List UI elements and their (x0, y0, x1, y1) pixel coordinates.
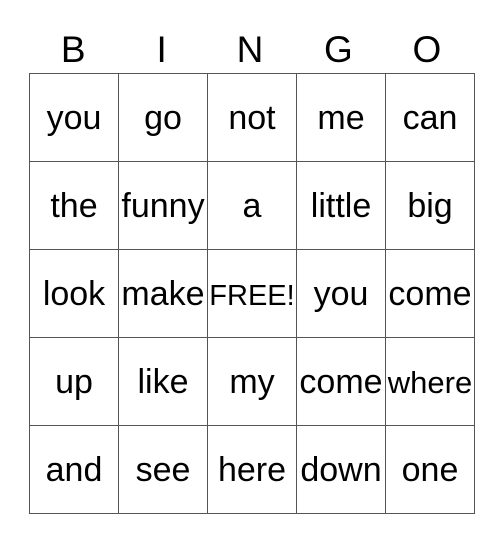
bingo-cell[interactable]: make (118, 249, 208, 338)
bingo-cell[interactable]: can (385, 73, 475, 162)
bingo-cell[interactable]: the (29, 161, 119, 250)
bingo-cell[interactable]: my (207, 337, 297, 426)
bingo-cell[interactable]: look (29, 249, 119, 338)
bingo-cell[interactable]: like (118, 337, 208, 426)
bingo-header: B I N G O (29, 28, 471, 72)
bingo-grid: you go not me can the funny a little big… (29, 73, 475, 514)
bingo-cell[interactable]: down (296, 425, 386, 514)
bingo-cell[interactable]: here (207, 425, 297, 514)
header-letter-n: N (236, 29, 264, 70)
bingo-cell[interactable]: not (207, 73, 297, 162)
bingo-cell[interactable]: up (29, 337, 119, 426)
grid-row: the funny a little big (29, 161, 475, 250)
bingo-cell[interactable]: come (385, 249, 475, 338)
bingo-cell[interactable]: me (296, 73, 386, 162)
bingo-cell[interactable]: funny (118, 161, 208, 250)
grid-row: up like my come where (29, 337, 475, 426)
bingo-cell[interactable]: and (29, 425, 119, 514)
bingo-cell[interactable]: little (296, 161, 386, 250)
bingo-cell[interactable]: go (118, 73, 208, 162)
bingo-cell[interactable]: a (207, 161, 297, 250)
bingo-cell[interactable]: you (296, 249, 386, 338)
header-letter-i: I (156, 29, 167, 70)
bingo-cell[interactable]: one (385, 425, 475, 514)
bingo-cell[interactable]: where (385, 337, 475, 426)
grid-row: and see here down one (29, 425, 475, 514)
header-letter-b: B (60, 29, 86, 70)
bingo-cell[interactable]: big (385, 161, 475, 250)
bingo-cell[interactable]: you (29, 73, 119, 162)
free-space-cell[interactable]: FREE! (207, 249, 297, 338)
bingo-cell[interactable]: come (296, 337, 386, 426)
bingo-cell[interactable]: see (118, 425, 208, 514)
header-letter-o: O (412, 29, 442, 70)
grid-row: look make FREE! you come (29, 249, 475, 338)
grid-row: you go not me can (29, 73, 475, 162)
header-letter-g: G (324, 29, 353, 70)
